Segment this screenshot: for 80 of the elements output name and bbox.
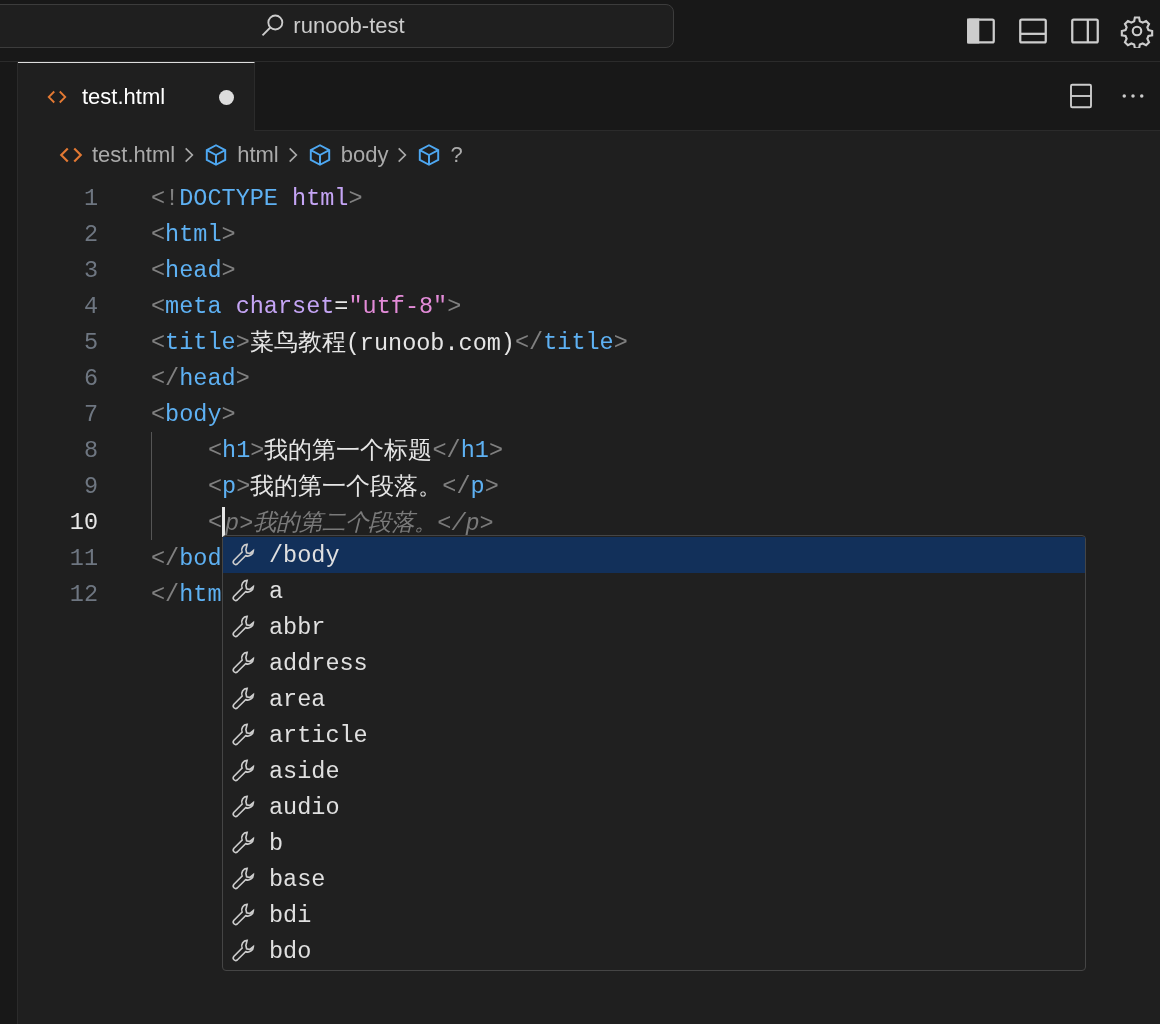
- code-token: <: [151, 400, 166, 428]
- line-number: 3: [82, 256, 98, 284]
- line-number: 6: [82, 364, 98, 392]
- code-token: <: [151, 328, 166, 356]
- line-number: 12: [68, 580, 98, 608]
- inline-suggestion: p>我的第二个段落。</p>: [225, 509, 494, 538]
- line-number: 4: [82, 292, 98, 320]
- code-token: >: [484, 472, 499, 500]
- code-token: =: [334, 292, 349, 320]
- code-token: </: [442, 472, 471, 500]
- suggestion-item[interactable]: article: [223, 717, 1085, 753]
- line-number: 11: [68, 544, 98, 572]
- code-token: <!: [151, 184, 180, 212]
- code-token: head: [165, 256, 222, 284]
- code-token: </: [432, 436, 461, 464]
- suggestion-item[interactable]: abbr: [223, 609, 1085, 645]
- suggestion-item[interactable]: a: [223, 573, 1085, 609]
- suggestion-item[interactable]: bdi: [223, 897, 1085, 933]
- code-token: >: [235, 328, 250, 356]
- code-token: >: [488, 436, 503, 464]
- code-token: >: [221, 220, 236, 248]
- suggestion-item[interactable]: area: [223, 681, 1085, 717]
- code-token: </: [514, 328, 544, 356]
- suggestion-item[interactable]: bdo: [223, 933, 1085, 969]
- code-token: >: [348, 184, 363, 212]
- code-token: html: [291, 184, 349, 212]
- code-token: head: [179, 364, 236, 392]
- code-token: 我的第一个段落。: [250, 473, 443, 502]
- code-token: DOCTYPE: [179, 184, 278, 212]
- code-token: 菜鸟教程(runoob.com): [249, 329, 515, 358]
- code-token: meta: [165, 292, 222, 320]
- code-token: </: [151, 364, 180, 392]
- code-token: bod: [179, 544, 222, 572]
- code-token: >: [221, 256, 236, 284]
- code-token: 我的第一个标题: [264, 437, 433, 466]
- editor-tab[interactable]: test.html: [18, 62, 255, 131]
- line-number: 5: [82, 328, 98, 356]
- suggestion-item[interactable]: audio: [223, 789, 1085, 825]
- code-token: "utf-8": [348, 292, 448, 320]
- code-token: >: [221, 400, 236, 428]
- code-token: >: [236, 472, 251, 500]
- code-token: <: [208, 436, 223, 464]
- code-token: body: [165, 400, 222, 428]
- tab-label: test.html: [82, 84, 166, 110]
- line-number: 8: [82, 436, 98, 464]
- code-token: <: [151, 256, 166, 284]
- code-token: >: [447, 292, 462, 320]
- code-token: >: [250, 436, 265, 464]
- code-token: <: [151, 220, 166, 248]
- suggestion-item[interactable]: b: [223, 825, 1085, 861]
- suggestion-item[interactable]: aside: [223, 753, 1085, 789]
- breadcrumb-item[interactable]: test.html: [92, 142, 176, 168]
- code-token: html: [165, 220, 222, 248]
- line-number: 10: [68, 508, 98, 536]
- code-token: htm: [179, 580, 222, 608]
- breadcrumb-item[interactable]: body: [340, 142, 389, 168]
- code-token: title: [165, 328, 236, 356]
- code-token: </: [151, 580, 180, 608]
- code-token: </: [151, 544, 180, 572]
- code-token: p: [470, 472, 485, 500]
- suggestion-item[interactable]: /body: [223, 537, 1085, 573]
- line-number: 2: [82, 220, 98, 248]
- code-token: <: [208, 508, 223, 536]
- suggestion-item[interactable]: base: [223, 861, 1085, 897]
- code-token: h1: [222, 436, 251, 464]
- code-token: title: [543, 328, 614, 356]
- line-number: 7: [82, 400, 98, 428]
- code-token: >: [235, 364, 250, 392]
- search-field[interactable]: runoob-test: [0, 4, 674, 48]
- code-token: p: [222, 472, 237, 500]
- code-token: h1: [460, 436, 489, 464]
- code-token: <: [151, 292, 166, 320]
- code-token: charset: [234, 292, 335, 320]
- line-number: 9: [82, 472, 98, 500]
- line-number: 1: [82, 184, 98, 212]
- code-token: <: [208, 472, 223, 500]
- breadcrumb-item[interactable]: html: [237, 142, 279, 168]
- suggestion-item[interactable]: address: [223, 645, 1085, 681]
- code-token: >: [613, 328, 628, 356]
- breadcrumb-item[interactable]: ?: [450, 142, 463, 168]
